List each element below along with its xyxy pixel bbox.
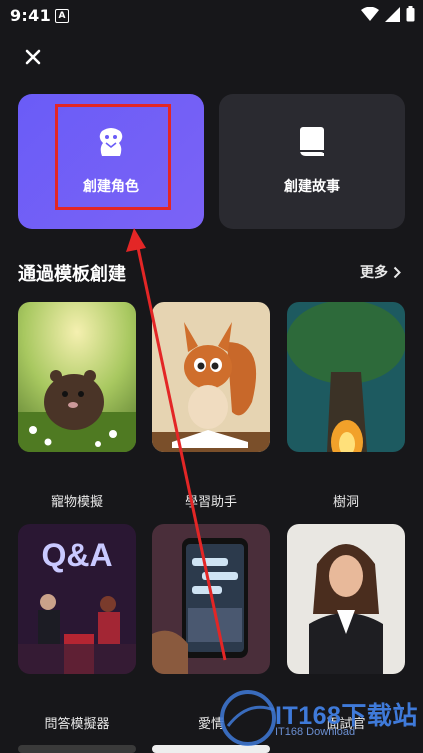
- template-tile-tree[interactable]: [287, 302, 405, 452]
- more-link[interactable]: 更多: [360, 262, 401, 282]
- qa-image-text: Q&A: [41, 537, 112, 573]
- template-tile-qa[interactable]: Q&A: [18, 524, 136, 674]
- qa-show-image: Q&A: [18, 524, 136, 674]
- template-tile-interview[interactable]: [287, 524, 405, 674]
- status-time: 9:41: [10, 6, 51, 25]
- create-story-label: 創建故事: [284, 179, 340, 195]
- phone-chat-image: [152, 524, 270, 674]
- template-tile-partial[interactable]: [18, 745, 136, 753]
- template-label-tree: 樹洞: [332, 495, 359, 510]
- close-icon: [25, 49, 41, 65]
- section-title: 通過模板創建: [18, 264, 126, 285]
- notification-badge: A: [55, 9, 69, 23]
- create-story-card[interactable]: 創建故事: [219, 94, 405, 229]
- close-button[interactable]: [20, 44, 46, 70]
- annotation-highlight-box: [55, 104, 171, 210]
- template-label-pet: 寵物模擬: [50, 495, 103, 510]
- wifi-icon: [361, 6, 379, 21]
- tree-image: [287, 302, 405, 452]
- chevron-right-icon: [393, 266, 401, 278]
- hamster-image: [18, 302, 136, 452]
- template-tile-pet[interactable]: [18, 302, 136, 452]
- template-tile-study[interactable]: [152, 302, 270, 452]
- status-bar: 9:41 A: [0, 0, 423, 32]
- book-icon: [300, 127, 324, 156]
- more-label: 更多: [360, 265, 388, 281]
- template-label-study: 學習助手: [184, 495, 237, 510]
- template-tile-love[interactable]: [152, 524, 270, 674]
- businesswoman-image: [287, 524, 405, 674]
- system-icons: [361, 6, 415, 22]
- watermark-subtext: IT168 Download: [275, 726, 356, 738]
- battery-icon: [406, 6, 415, 22]
- create-character-card[interactable]: 創建角色: [18, 94, 204, 229]
- template-label-qa: 問答模擬器: [44, 717, 110, 732]
- signal-icon: [385, 6, 400, 22]
- squirrel-image: [152, 302, 270, 452]
